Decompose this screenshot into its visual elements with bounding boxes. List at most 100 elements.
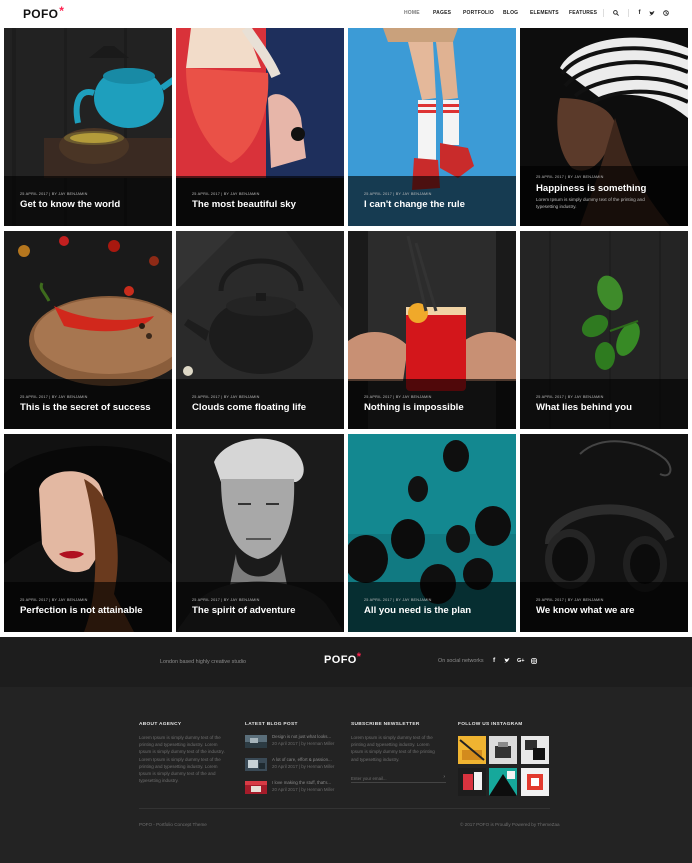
blog-tile[interactable]: 25 APRIL 2017 | BY JAY BENJAMIN I can't …: [348, 28, 516, 226]
footer-logo[interactable]: POFO*: [324, 651, 362, 666]
post-title[interactable]: We know what we are: [536, 605, 634, 616]
arrow-right-icon[interactable]: ›: [443, 774, 445, 780]
search-icon[interactable]: [612, 9, 620, 17]
post-title[interactable]: I can't change the rule: [364, 199, 465, 210]
blog-tile[interactable]: 25 APRIL 2017 | BY JAY BENJAMIN This is …: [4, 231, 172, 429]
newsletter-title: SUBSCRIBE NEWSLETTER: [351, 722, 420, 727]
logo-mark: *: [59, 4, 65, 18]
newsletter-form: ›: [351, 773, 446, 783]
post-title[interactable]: The most beautiful sky: [192, 199, 296, 210]
post-title[interactable]: All you need is the plan: [364, 605, 471, 616]
blog-tile[interactable]: 25 APRIL 2017 | BY JAY BENJAMIN The most…: [176, 28, 344, 226]
post-title[interactable]: Nothing is impossible: [364, 402, 464, 413]
blog-tile[interactable]: 25 APRIL 2017 | BY JAY BENJAMIN Nothing …: [348, 231, 516, 429]
blog-post-item[interactable]: Design is not just what looks... 20 Apri…: [245, 734, 345, 750]
blog-post-text: Design is not just what looks... 20 Apri…: [272, 734, 334, 747]
nav-features[interactable]: FEATURES: [569, 10, 597, 16]
about-line: Ipsum is simply dummy text of the and: [139, 771, 216, 777]
blog-post-title: A lot of care, effort & passion...: [272, 757, 332, 762]
about-line: printing and typesetting industry. Lorem: [139, 742, 218, 748]
nav-portfolio[interactable]: PORTFOLIO: [463, 10, 494, 16]
newsletter-text: Lorem Ipsum is simply dummy text of the …: [351, 734, 435, 763]
footer-top-band: London based highly creative studio POFO…: [0, 637, 692, 687]
about-line: Lorem Ipsum is simply dummy text of the: [139, 735, 221, 740]
post-meta: 25 APRIL 2017 | BY JAY BENJAMIN: [536, 395, 604, 399]
logo-text: POFO: [23, 7, 59, 21]
blog-post-text: I love making the stuff, that's... 20 Ap…: [272, 780, 334, 793]
email-input[interactable]: [351, 773, 436, 783]
blog-tile[interactable]: 25 APRIL 2017 | BY JAY BENJAMIN What lie…: [520, 231, 688, 429]
nav-divider: [628, 9, 629, 17]
post-meta: 25 APRIL 2017 | BY JAY BENJAMIN: [20, 395, 88, 399]
blog-post-date: 20 April 2017 | by Herman Miller: [272, 786, 335, 792]
about-line: Ipsum is simply dummy text of the indust…: [139, 749, 225, 755]
post-meta: 25 APRIL 2017 | BY JAY BENJAMIN: [20, 192, 88, 196]
footer-copy-left: POFO - Portfolio Concept Theme: [139, 822, 207, 827]
facebook-icon[interactable]: f: [493, 657, 495, 664]
blog-tile[interactable]: 25 APRIL 2017 | BY JAY BENJAMIN Clouds c…: [176, 231, 344, 429]
blog-tile[interactable]: 25 APRIL 2017 | BY JAY BENJAMIN All you …: [348, 434, 516, 632]
blog-thumb: [245, 781, 267, 794]
instagram-thumb[interactable]: [489, 768, 517, 796]
instagram-thumb[interactable]: [489, 736, 517, 764]
facebook-icon[interactable]: f: [636, 9, 643, 17]
footer-tagline: London based highly creative studio: [160, 659, 247, 665]
post-title[interactable]: Happiness is something: [536, 183, 646, 194]
blog-tile[interactable]: 25 APRIL 2017 | BY JAY BENJAMIN The spir…: [176, 434, 344, 632]
instagram-thumb[interactable]: [521, 736, 549, 764]
blog-post-item[interactable]: I love making the stuff, that's... 20 Ap…: [245, 780, 345, 796]
post-title[interactable]: What lies behind you: [536, 402, 632, 413]
nav-divider: [603, 9, 604, 17]
blog-tile[interactable]: 25 APRIL 2017 | BY JAY BENJAMIN Happines…: [520, 28, 688, 226]
post-title[interactable]: Clouds come floating life: [192, 402, 306, 413]
nav-elements[interactable]: ELEMENTS: [530, 10, 559, 16]
newsletter-line: and typesetting industry.: [351, 756, 400, 762]
instagram-thumb[interactable]: [458, 736, 486, 764]
site-logo[interactable]: POFO*: [23, 4, 65, 21]
post-meta: 25 APRIL 2017 | BY JAY BENJAMIN: [364, 395, 432, 399]
blog-thumb: [245, 758, 267, 771]
footer-logo-mark: *: [356, 651, 362, 663]
footer-divider: [139, 808, 550, 809]
footer-main: [0, 687, 692, 863]
post-title[interactable]: Perfection is not attainable: [20, 605, 143, 616]
nav-blog[interactable]: BLOG: [503, 10, 518, 16]
post-title[interactable]: Get to know the world: [20, 199, 120, 210]
newsletter-line: Lorem Ipsum is simply dummy text of the: [351, 735, 433, 740]
site-header: POFO* HOME PAGES PORTFOLIO BLOG ELEMENTS…: [0, 0, 692, 26]
nav-pages[interactable]: PAGES: [433, 10, 451, 16]
nav-home[interactable]: HOME: [404, 10, 420, 16]
blog-post-text: A lot of care, effort & passion... 20 Ap…: [272, 757, 334, 770]
post-title[interactable]: The spirit of adventure: [192, 605, 295, 616]
blog-tile[interactable]: 25 APRIL 2017 | BY JAY BENJAMIN Get to k…: [4, 28, 172, 226]
instagram-thumb[interactable]: [458, 768, 486, 796]
footer-copy-right: © 2017 POFO is Proudly Powered by ThemeZ…: [460, 822, 560, 827]
blog-thumb: [245, 735, 267, 748]
post-meta: 25 APRIL 2017 | BY JAY BENJAMIN: [20, 598, 88, 602]
post-meta: 25 APRIL 2017 | BY JAY BENJAMIN: [364, 192, 432, 196]
twitter-icon[interactable]: [504, 658, 510, 665]
social-label: On social networks: [438, 658, 484, 664]
about-title: ABOUT AGENCY: [139, 722, 182, 727]
twitter-icon[interactable]: [648, 9, 656, 17]
post-title[interactable]: This is the secret of success: [20, 402, 151, 413]
blog-tile[interactable]: 25 APRIL 2017 | BY JAY BENJAMIN Perfecti…: [4, 434, 172, 632]
post-meta: 25 APRIL 2017 | BY JAY BENJAMIN: [364, 598, 432, 602]
about-line: typesetting industry.: [139, 778, 179, 784]
post-meta: 25 APRIL 2017 | BY JAY BENJAMIN: [192, 192, 260, 196]
blog-masonry-grid: 25 APRIL 2017 | BY JAY BENJAMIN Get to k…: [0, 26, 692, 637]
blog-tile[interactable]: 25 APRIL 2017 | BY JAY BENJAMIN We know …: [520, 434, 688, 632]
newsletter-line: printing and typesetting industry. Lorem: [351, 742, 430, 748]
newsletter-line: Ipsum is simply dummy text of the printi…: [351, 749, 435, 755]
post-meta: 25 APRIL 2017 | BY JAY BENJAMIN: [192, 395, 260, 399]
blog-post-item[interactable]: A lot of care, effort & passion... 20 Ap…: [245, 757, 345, 773]
google-plus-icon[interactable]: G+: [517, 658, 525, 664]
instagram-thumb[interactable]: [521, 768, 549, 796]
post-meta: 25 APRIL 2017 | BY JAY BENJAMIN: [536, 175, 604, 179]
dribbble-icon[interactable]: [662, 9, 670, 17]
post-meta: 25 APRIL 2017 | BY JAY BENJAMIN: [536, 598, 604, 602]
about-line: Lorem Ipsum is simply dummy text of the: [139, 756, 221, 762]
instagram-icon[interactable]: [531, 658, 537, 666]
blog-post-date: 20 April 2017 | by Herman Miller: [272, 740, 335, 746]
post-meta: 25 APRIL 2017 | BY JAY BENJAMIN: [192, 598, 260, 602]
